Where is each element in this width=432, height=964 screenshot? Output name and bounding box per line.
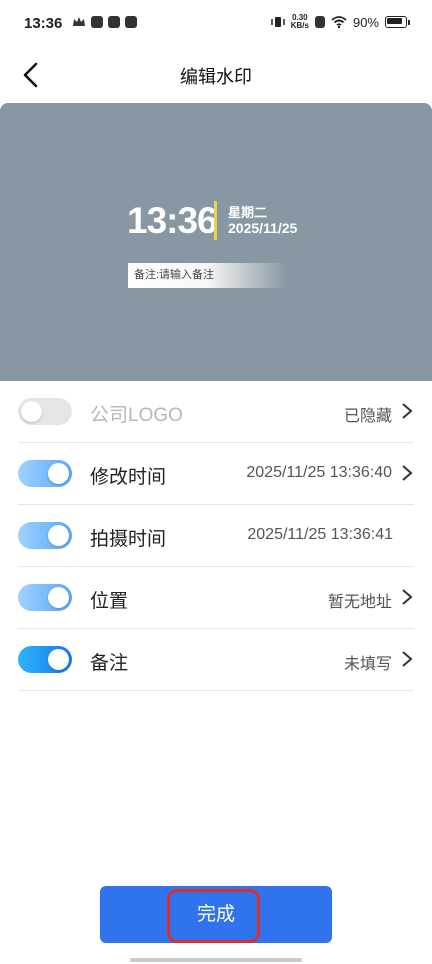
battery-icon [385,16,407,28]
vibrate-icon [270,17,285,27]
wifi-icon [331,16,347,28]
status-bar: 13:36 0.30 KB/s 90% [0,0,432,50]
watermark-date: 2025/11/25 [228,220,298,236]
capture-time-toggle[interactable] [18,522,72,549]
modified-time-toggle[interactable] [18,460,72,487]
watermark-accent-bar [214,201,217,240]
setting-value: 2025/11/25 13:36:41 [247,526,393,543]
toggle-knob [48,463,69,484]
system-indicators: 0.30 KB/s 90% [270,14,410,30]
app-notification-icon [91,16,103,28]
logo-toggle[interactable] [18,398,72,425]
chevron-right-icon [402,589,413,605]
setting-label: 公司LOGO [90,405,183,426]
toggle-knob [48,587,69,608]
watermark-weekday: 星期二 [228,205,268,220]
header: 编辑水印 [0,50,432,100]
setting-label: 位置 [90,591,129,612]
setting-value: 2025/11/25 13:36:40 [246,464,392,481]
page-title: 编辑水印 [180,67,252,87]
chevron-right-icon [402,403,413,419]
setting-row-note[interactable]: 备注 未填写 [18,629,414,691]
location-toggle[interactable] [18,584,72,611]
network-speed-unit: KB/s [290,21,309,30]
play-notification-icon [108,16,120,28]
setting-label: 备注 [90,653,129,674]
setting-value: 未填写 [343,656,392,673]
chevron-right-icon [402,465,413,481]
watermark-time: 13:36 [127,200,218,241]
toggle-knob [21,401,42,422]
setting-row-modified-time[interactable]: 修改时间 2025/11/25 13:36:40 [18,443,414,505]
crown-icon [73,17,85,26]
setting-label: 拍摄时间 [90,529,167,550]
home-indicator[interactable] [130,958,302,962]
mail-notification-icon [125,16,137,28]
setting-label: 修改时间 [90,467,167,488]
battery-cap [408,19,410,25]
notification-icons [72,16,137,28]
highlight-box [167,889,260,943]
battery-percent: 90% [352,14,379,30]
watermark-note[interactable]: 备注:请输入备注 [128,263,286,288]
note-toggle[interactable] [18,646,72,673]
setting-row-location[interactable]: 位置 暂无地址 [18,567,414,629]
watermark-preview: 13:36 星期二 2025/11/25 备注:请输入备注 [0,103,432,381]
setting-row-capture-time[interactable]: 拍摄时间 2025/11/25 13:36:41 [18,505,414,567]
watermark-settings-list: 公司LOGO 已隐藏 修改时间 2025/11/25 13:36:40 拍摄时间… [18,381,414,691]
sim-icon [314,16,325,28]
status-time: 13:36 [24,15,63,32]
network-speed: 0.30 KB/s [291,14,309,30]
setting-value: 已隐藏 [343,408,392,425]
toggle-knob [48,649,69,670]
toggle-knob [48,525,69,546]
setting-row-logo[interactable]: 公司LOGO 已隐藏 [18,381,414,443]
chevron-right-icon [402,651,413,667]
setting-value: 暂无地址 [327,594,392,611]
